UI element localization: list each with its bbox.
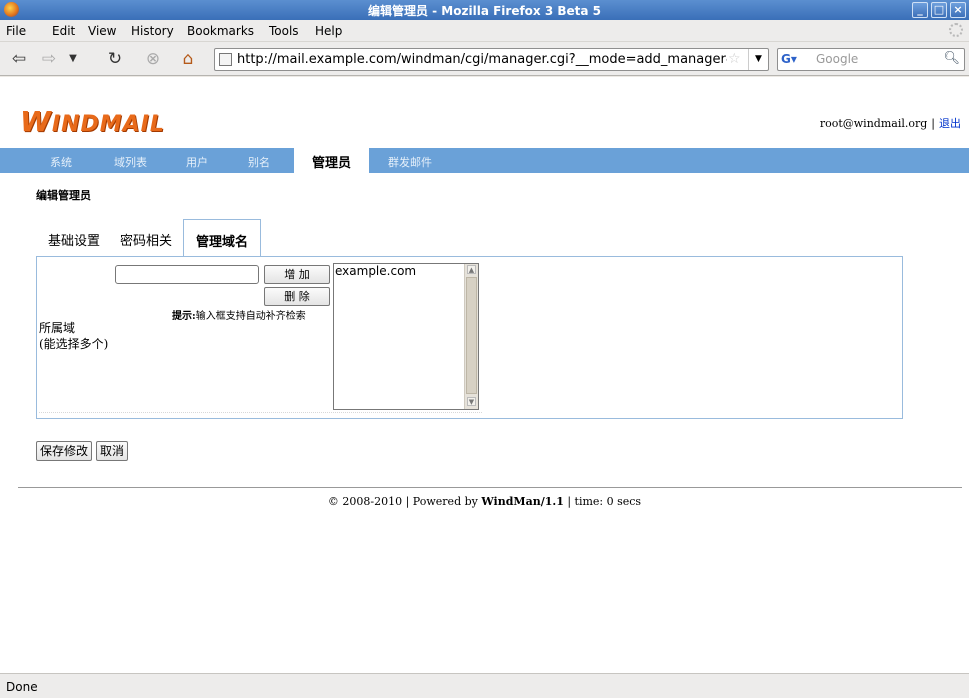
scroll-up-icon[interactable]: ▲ xyxy=(467,265,476,274)
stop-icon[interactable]: ⊗ xyxy=(142,48,164,70)
menu-tools[interactable]: Tools xyxy=(269,24,299,38)
menu-help[interactable]: Help xyxy=(315,24,342,38)
search-icon[interactable]: 🔍︎ xyxy=(943,51,960,66)
navigation-toolbar: ⇦ ⇨ ▼ ↻ ⊗ ⌂ http://mail.example.com/wind… xyxy=(0,42,969,76)
menu-history[interactable]: History xyxy=(131,24,174,38)
autocomplete-hint: 提示:输入框支持自动补齐检索 xyxy=(172,311,306,322)
status-text: Done xyxy=(6,680,38,694)
nav-managers[interactable]: 管理员 xyxy=(294,148,370,173)
url-text[interactable]: http://mail.example.com/windman/cgi/mana… xyxy=(237,52,727,67)
scroll-thumb[interactable] xyxy=(466,277,477,394)
nav-bulk-mail[interactable]: 群发邮件 xyxy=(388,154,432,170)
window-title: 编辑管理员 - Mozilla Firefox 3 Beta 5 xyxy=(367,4,602,18)
history-dropdown-icon[interactable]: ▼ xyxy=(62,48,84,70)
nav-system[interactable]: 系统 xyxy=(50,154,72,170)
main-nav: 系统 域列表 用户 别名 管理员 群发邮件 xyxy=(0,148,969,173)
delete-domain-button[interactable]: 删 除 xyxy=(264,287,330,306)
minimize-icon[interactable]: _ xyxy=(912,2,928,18)
footer-divider xyxy=(18,487,962,488)
windmail-logo: WINDMAIL xyxy=(20,105,165,138)
logout-link[interactable]: 退出 xyxy=(939,117,961,130)
url-bar[interactable]: http://mail.example.com/windman/cgi/mana… xyxy=(214,48,769,71)
domain-field-label: 所属域 (能选择多个) xyxy=(39,321,109,351)
throbber-icon xyxy=(949,23,963,37)
search-placeholder[interactable]: Google xyxy=(816,52,858,66)
menu-bar: File Edit View History Bookmarks Tools H… xyxy=(0,20,969,42)
nav-aliases[interactable]: 别名 xyxy=(248,154,270,170)
divider xyxy=(39,412,482,413)
back-icon[interactable]: ⇦ xyxy=(8,48,30,70)
window-titlebar: 编辑管理员 - Mozilla Firefox 3 Beta 5 _ □ × xyxy=(0,0,969,20)
tab-manage-domains[interactable]: 管理域名 xyxy=(183,219,262,258)
maximize-icon[interactable]: □ xyxy=(931,2,947,18)
scroll-down-icon[interactable]: ▼ xyxy=(467,397,476,406)
page-content: WINDMAIL root@windmail.org | 退出 系统 域列表 用户 … xyxy=(0,77,969,673)
listbox-scrollbar[interactable]: ▲ ▼ xyxy=(464,264,478,409)
add-domain-button[interactable]: 增 加 xyxy=(264,265,330,284)
list-item[interactable]: example.com xyxy=(335,264,416,278)
tab-basic-settings[interactable]: 基础设置 xyxy=(36,219,112,258)
footer: © 2008-2010 | Powered by WindMan/1.1 | t… xyxy=(327,495,642,508)
save-button[interactable]: 保存修改 xyxy=(36,441,93,461)
domain-input[interactable] xyxy=(115,265,259,284)
forward-icon[interactable]: ⇨ xyxy=(38,48,60,70)
home-icon[interactable]: ⌂ xyxy=(177,48,199,70)
nav-domains[interactable]: 域列表 xyxy=(114,154,147,170)
reload-icon[interactable]: ↻ xyxy=(104,48,126,70)
menu-file[interactable]: File xyxy=(6,24,26,38)
domain-listbox[interactable]: example.com ▲ ▼ xyxy=(333,263,479,410)
close-icon[interactable]: × xyxy=(950,2,966,18)
search-engine-icon[interactable]: G▾ xyxy=(781,52,809,68)
menu-view[interactable]: View xyxy=(88,24,116,38)
search-bar[interactable]: G▾ Google 🔍︎ xyxy=(777,48,965,71)
page-icon xyxy=(219,53,232,66)
url-dropdown-icon[interactable]: ▼ xyxy=(748,49,768,70)
nav-users[interactable]: 用户 xyxy=(186,154,208,170)
status-bar: Done xyxy=(0,673,969,698)
user-email: root@windmail.org xyxy=(819,117,928,130)
tab-password[interactable]: 密码相关 xyxy=(108,219,184,258)
menu-bookmarks[interactable]: Bookmarks xyxy=(187,24,254,38)
menu-edit[interactable]: Edit xyxy=(52,24,75,38)
domains-panel: 所属域 (能选择多个) 增 加 删 除 提示:输入框支持自动补齐检索 examp… xyxy=(36,256,903,419)
user-info: root@windmail.org | 退出 xyxy=(819,117,961,130)
page-title: 编辑管理员 xyxy=(36,189,91,202)
cancel-button[interactable]: 取消 xyxy=(96,441,129,461)
bookmark-star-icon[interactable]: ☆ xyxy=(728,51,741,67)
